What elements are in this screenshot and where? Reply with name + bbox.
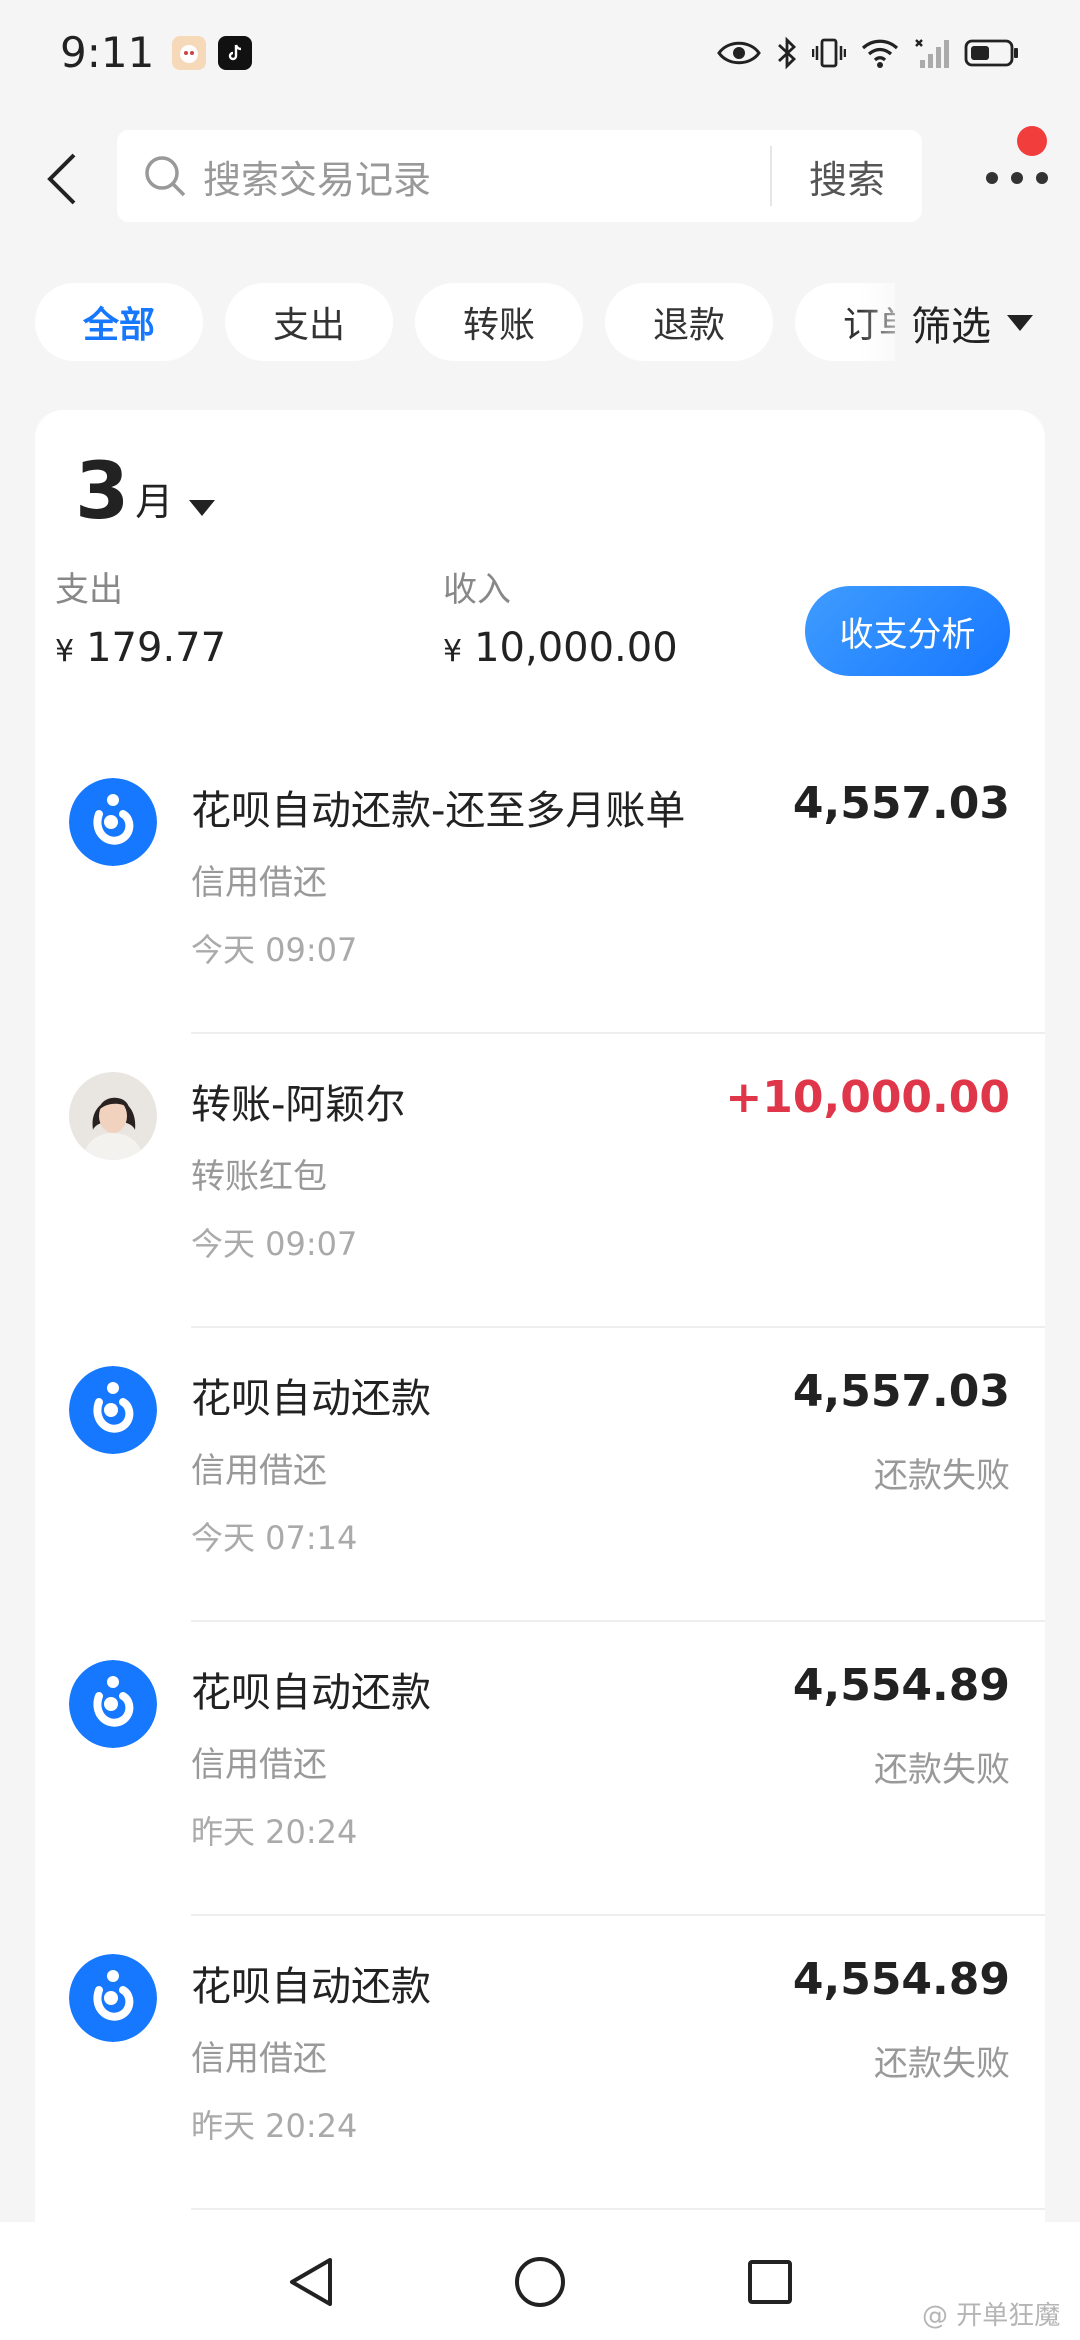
circle-home-icon: [515, 2257, 565, 2307]
watermark: @ 开单狂魔: [922, 2301, 1061, 2331]
analysis-button[interactable]: 收支分析: [805, 586, 1010, 676]
nav-recents-button[interactable]: [740, 2252, 800, 2312]
transaction-category: 信用借还: [191, 2039, 327, 2079]
bluetooth-icon: [778, 36, 797, 69]
nav-home-button[interactable]: [510, 2252, 570, 2312]
income-summary: 收入 ¥10,000.00: [443, 562, 678, 671]
caret-down-icon: [1007, 315, 1033, 331]
triangle-back-icon: [290, 2258, 332, 2306]
eye-icon: [717, 41, 761, 64]
transaction-status: 还款失败: [874, 2044, 1010, 2084]
search-button[interactable]: 搜索: [772, 149, 922, 204]
battery-icon: [964, 39, 1018, 66]
transaction-time: 昨天 20:24: [191, 1813, 358, 1851]
transaction-title: 花呗自动还款: [191, 1964, 431, 2010]
transaction-row[interactable]: 花呗自动还款信用借还昨天 20:24 4,554.89 还款失败: [35, 1916, 1045, 2210]
transaction-title: 转账-阿颖尔: [191, 1082, 406, 1128]
transaction-time: 昨天 20:24: [191, 2107, 358, 2145]
transactions-card: 3 月 支出 ¥179.77 收入 ¥10,000.00 收支分析 花呗自动还款…: [35, 410, 1045, 2270]
huabei-icon: [69, 1366, 157, 1454]
notification-dot: [1017, 126, 1047, 156]
huabei-icon: [69, 1660, 157, 1748]
transaction-row[interactable]: 花呗自动还款-还至多月账单信用借还今天 09:07 4,557.03: [35, 740, 1045, 1034]
transaction-category: 信用借还: [191, 1451, 327, 1491]
app-icon: [172, 35, 207, 70]
huabei-icon: [69, 778, 157, 866]
expense-label: 支出: [55, 570, 123, 610]
transaction-title: 花呗自动还款-还至多月账单: [191, 788, 686, 834]
vibrate-icon: [812, 38, 846, 67]
more-dots-icon: [986, 172, 1048, 184]
more-button[interactable]: [972, 148, 1062, 208]
transaction-category: 信用借还: [191, 1745, 327, 1785]
filter-chips: 全部 支出 转账 退款 订单: [35, 283, 895, 363]
transaction-amount: 4,557.03: [792, 1366, 1010, 1417]
status-time: 9:11: [60, 28, 155, 77]
transaction-amount: 4,554.89: [792, 1954, 1010, 2005]
filter-bar: 全部 支出 转账 退款 订单 筛选: [0, 283, 1080, 363]
contact-avatar: [69, 1072, 157, 1160]
transaction-amount: 4,554.89: [792, 1660, 1010, 1711]
back-button[interactable]: [32, 144, 92, 214]
transaction-time: 今天 09:07: [191, 1225, 358, 1263]
square-recents-icon: [748, 2260, 792, 2304]
transaction-amount: +10,000.00: [725, 1072, 1010, 1123]
transaction-row[interactable]: 转账-阿颖尔转账红包今天 09:07 +10,000.00: [35, 1034, 1045, 1328]
transaction-category: 转账红包: [191, 1157, 327, 1197]
header: 搜索交易记录 搜索: [0, 128, 1080, 228]
transaction-row[interactable]: 花呗自动还款信用借还昨天 20:24 4,554.89 还款失败: [35, 1622, 1045, 1916]
income-value: 10,000.00: [474, 625, 678, 671]
status-bar: 9:11: [0, 0, 1080, 105]
expense-value-row: ¥179.77: [55, 625, 226, 671]
month-number: 3: [75, 447, 130, 537]
transaction-status: 还款失败: [874, 1750, 1010, 1790]
row-divider: [191, 2208, 1045, 2210]
nav-back-button[interactable]: [280, 2252, 340, 2312]
chip-transfer[interactable]: 转账: [415, 283, 583, 361]
transaction-time: 今天 07:14: [191, 1519, 358, 1557]
search-icon: [145, 156, 186, 197]
transaction-category: 信用借还: [191, 863, 327, 903]
chevron-left-icon: [47, 153, 76, 205]
income-label: 收入: [443, 570, 511, 610]
chip-refund[interactable]: 退款: [605, 283, 773, 361]
transaction-title: 花呗自动还款: [191, 1670, 431, 1716]
status-icons: [716, 35, 1020, 71]
month-selector[interactable]: 3 月: [75, 452, 217, 532]
wifi-icon: [861, 39, 899, 68]
expense-value: 179.77: [86, 625, 227, 671]
currency-symbol: ¥: [443, 634, 463, 669]
filter-label: 筛选: [911, 304, 991, 350]
signal-icon: [915, 38, 949, 68]
search-box[interactable]: 搜索交易记录 搜索: [117, 130, 922, 222]
month-unit: 月: [135, 480, 174, 524]
navigation-bar: [0, 2222, 1080, 2340]
tiktok-icon: [218, 35, 253, 70]
chip-all[interactable]: 全部: [35, 283, 203, 361]
income-value-row: ¥10,000.00: [443, 625, 678, 671]
transaction-time: 今天 09:07: [191, 931, 358, 969]
filter-button[interactable]: 筛选: [905, 283, 1035, 363]
transaction-status: 还款失败: [874, 1456, 1010, 1496]
search-input[interactable]: 搜索交易记录: [203, 149, 770, 204]
transaction-title: 花呗自动还款: [191, 1376, 431, 1422]
chip-expense[interactable]: 支出: [225, 283, 393, 361]
caret-down-icon: [189, 500, 216, 516]
transaction-row[interactable]: 花呗自动还款信用借还今天 07:14 4,557.03 还款失败: [35, 1328, 1045, 1622]
huabei-icon: [69, 1954, 157, 2042]
currency-symbol: ¥: [55, 634, 75, 669]
expense-summary: 支出 ¥179.77: [55, 562, 226, 671]
transaction-amount: 4,557.03: [792, 778, 1010, 829]
